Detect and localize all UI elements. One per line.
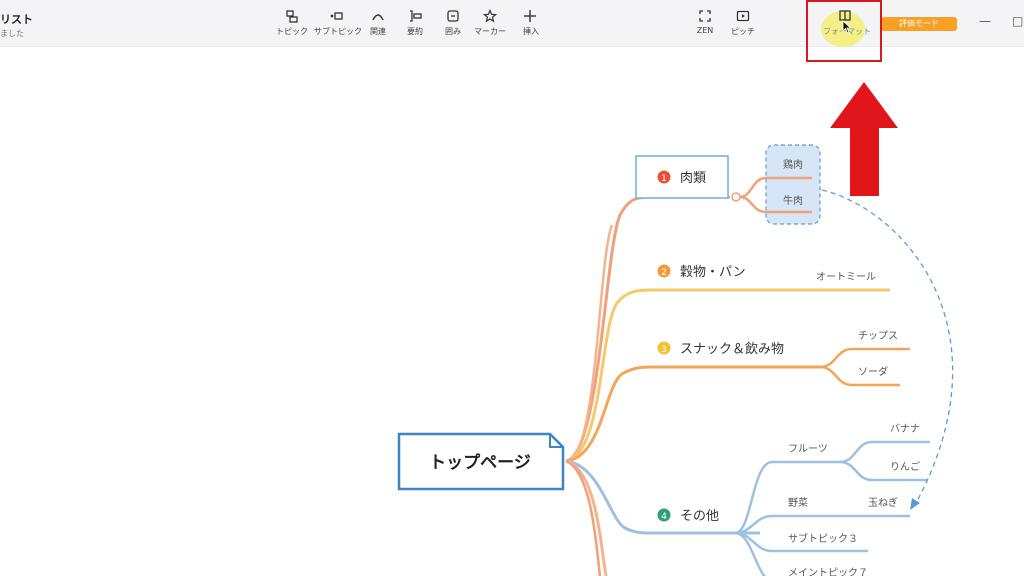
branch-line-2 bbox=[565, 288, 890, 463]
mindmap-canvas: 1 2 3 4 トップページ 肉類 穀物・パン スナック＆飲み物 その他 鶏肉 … bbox=[397, 82, 954, 576]
subtopic-3: サブトピック３ bbox=[788, 532, 858, 545]
badge-3-text: 3 bbox=[661, 345, 667, 355]
topic-snacks-label: スナック＆飲み物 bbox=[680, 341, 784, 357]
topic-other-label: その他 bbox=[680, 509, 719, 524]
collapse-toggle bbox=[731, 192, 741, 202]
subtopic-fruits: フルーツ bbox=[788, 444, 828, 455]
relationship-arrowhead bbox=[910, 498, 920, 510]
annotation-arrow bbox=[830, 82, 898, 196]
badge-4-text: 4 bbox=[661, 512, 667, 522]
subtopic-onion: 玉ねぎ bbox=[868, 496, 898, 509]
subtopic-soda: ソーダ bbox=[858, 365, 888, 378]
branch-line-1 bbox=[565, 195, 730, 463]
subtopic-beef: 牛肉 bbox=[783, 194, 803, 207]
badge-1-text: 1 bbox=[661, 174, 667, 184]
topic-grains-label: 穀物・パン bbox=[680, 265, 746, 280]
badge-2-text: 2 bbox=[661, 268, 667, 278]
branch-line-lower bbox=[565, 459, 608, 576]
subtopic-chips: チップス bbox=[858, 330, 898, 342]
relationship-line bbox=[821, 189, 954, 506]
central-topic-label: トップページ bbox=[429, 452, 531, 473]
subtopic-oatmeal: オートミール bbox=[816, 271, 876, 283]
subtopic-vegetables: 野菜 bbox=[788, 497, 808, 509]
topic-meat-label: 肉類 bbox=[680, 171, 706, 186]
subtopic-banana: バナナ bbox=[890, 423, 920, 435]
subtopic-chicken: 鶏肉 bbox=[783, 158, 803, 171]
branch-line-3 bbox=[565, 365, 820, 463]
subtopic-main7: メイントピック７ bbox=[788, 567, 868, 576]
branch-line-4 bbox=[565, 459, 760, 535]
child-line-vegetables bbox=[734, 514, 910, 535]
child-line-chips bbox=[819, 347, 910, 369]
subtopic-apple: りんご bbox=[890, 460, 920, 473]
